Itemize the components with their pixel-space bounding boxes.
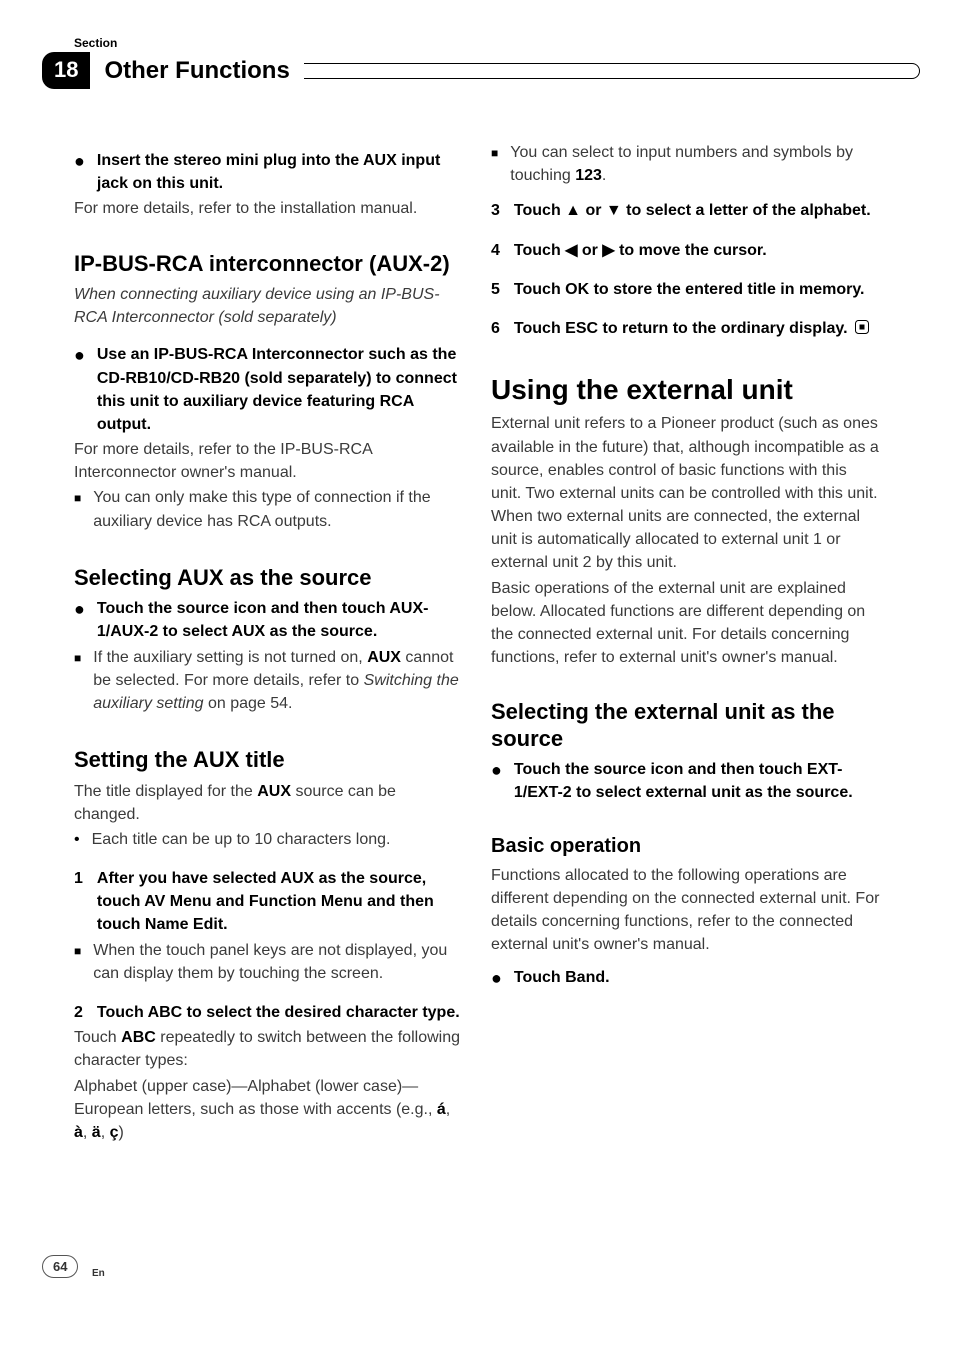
body-text: For more details, refer to the installat…	[74, 197, 463, 220]
bullet-touch-band: ● Touch Band.	[491, 966, 880, 991]
section-number-badge: 18	[42, 52, 90, 89]
step-number: 1	[74, 867, 83, 939]
small-bullet-icon: ■	[491, 141, 498, 189]
step-number: 3	[491, 199, 500, 224]
heading-text: IP-BUS-RCA interconnector (	[74, 251, 376, 276]
text-span: You can select to input numbers and symb…	[510, 144, 853, 184]
section-label: Section	[74, 36, 880, 50]
step-1: 1 After you have selected AUX as the sou…	[74, 867, 463, 939]
step-number: 6	[491, 317, 500, 342]
sub-note: When the touch panel keys are not displa…	[93, 939, 463, 985]
bullet-bold-text: Use an IP-BUS-RCA Interconnector such as…	[97, 343, 463, 436]
bullet-icon: ●	[74, 343, 85, 438]
accent-char: ä	[92, 1124, 101, 1141]
bullet-select-external: ● Touch the source icon and then touch E…	[491, 758, 880, 806]
body-text: Functions allocated to the following ope…	[491, 864, 880, 957]
page-header: 18 Other Functions	[74, 52, 880, 89]
heading-select-external: Selecting the external unit as the sourc…	[491, 699, 880, 752]
step-3: 3 Touch ▲ or ▼ to select a letter of the…	[491, 199, 880, 224]
body-text: The title displayed for the AUX source c…	[74, 780, 463, 826]
label-123: 123	[575, 167, 602, 184]
disc-bullet: •	[74, 828, 80, 851]
sub-note: If the auxiliary setting is not turned o…	[93, 646, 463, 716]
content-columns: ● Insert the stereo mini plug into the A…	[74, 141, 880, 1146]
step-bold-text: Touch ▲ or ▼ to select a letter of the a…	[514, 199, 871, 222]
abc-label: ABC	[121, 1029, 156, 1046]
bullet-ipbus-connector: ● Use an IP-BUS-RCA Interconnector such …	[74, 343, 463, 535]
step-bold-text: Touch ◀ or ▶ to move the cursor.	[514, 239, 767, 262]
heading-select-aux: Selecting AUX as the source	[74, 565, 463, 591]
text-span: ,	[83, 1124, 92, 1141]
heading-text-post: )	[442, 251, 449, 276]
text-span: ,	[446, 1101, 450, 1118]
body-text: Alphabet (upper case)—Alphabet (lower ca…	[74, 1075, 463, 1145]
language-label: En	[92, 1268, 105, 1279]
left-column: ● Insert the stereo mini plug into the A…	[74, 141, 463, 1146]
sub-note: You can only make this type of connectio…	[93, 486, 463, 532]
bullet-insert-plug: ● Insert the stereo mini plug into the A…	[74, 149, 463, 221]
bullet-bold-text: Touch Band.	[514, 966, 610, 989]
body-text: Basic operations of the external unit ar…	[491, 577, 880, 670]
chapter-title: Other Functions	[104, 57, 289, 85]
bullet-icon: ●	[491, 966, 502, 991]
text-span: Touch ESC to return to the ordinary disp…	[514, 320, 848, 337]
bullet-icon: ●	[74, 597, 85, 645]
subtitle-italic: When connecting auxiliary device using a…	[74, 283, 463, 329]
page-number-badge: 64	[42, 1255, 78, 1278]
step-4: 4 Touch ◀ or ▶ to move the cursor.	[491, 239, 880, 264]
step-bold-text: Touch OK to store the entered title in m…	[514, 278, 865, 301]
body-text: Touch ABC repeatedly to switch between t…	[74, 1026, 463, 1072]
body-text: You can select to input numbers and symb…	[510, 141, 880, 187]
text-span: Touch	[74, 1029, 121, 1046]
step-number: 2	[74, 1001, 83, 1026]
step-number: 5	[491, 278, 500, 303]
heading-ipbus: IP-BUS-RCA interconnector (AUX-2)	[74, 251, 463, 277]
end-section-icon	[854, 319, 870, 335]
text-span: ,	[101, 1124, 110, 1141]
bullet-icon: ●	[74, 149, 85, 197]
accent-char: á	[437, 1101, 446, 1118]
heading-aux-title: Setting the AUX title	[74, 747, 463, 773]
header-rule	[304, 63, 920, 79]
text-span: .	[602, 167, 606, 184]
heading-external-unit: Using the external unit	[491, 374, 880, 406]
text-span: The title displayed for the	[74, 783, 257, 800]
bullet-icon: ●	[491, 758, 502, 806]
aux-label: AUX	[367, 649, 401, 666]
accent-char: ç	[110, 1124, 119, 1141]
step-bold-text: Touch ESC to return to the ordinary disp…	[514, 317, 870, 340]
aux-label: AUX	[257, 783, 291, 800]
text-span: on page 54.	[204, 695, 293, 712]
body-text: External unit refers to a Pioneer produc…	[491, 412, 880, 574]
bullet-bold-text: Touch the source icon and then touch EXT…	[514, 758, 880, 804]
right-column: ■ You can select to input numbers and sy…	[491, 141, 880, 1146]
body-text: Each title can be up to 10 characters lo…	[92, 828, 391, 851]
text-span: Alphabet (upper case)—Alphabet (lower ca…	[74, 1078, 437, 1118]
small-bullet-icon: ■	[74, 939, 81, 987]
bullet-bold-text: Insert the stereo mini plug into the AUX…	[97, 149, 463, 195]
text-span: If the auxiliary setting is not turned o…	[93, 649, 367, 666]
body-text: For more details, refer to the IP-BUS-RC…	[74, 438, 463, 484]
bullet-select-aux: ● Touch the source icon and then touch A…	[74, 597, 463, 717]
small-bullet-icon: ■	[74, 486, 81, 534]
step-5: 5 Touch OK to store the entered title in…	[491, 278, 880, 303]
step-2: 2 Touch ABC to select the desired charac…	[74, 1001, 463, 1026]
heading-basic-operation: Basic operation	[491, 835, 880, 858]
heading-aux2: AUX-2	[376, 251, 442, 276]
bullet-bold-text: Touch the source icon and then touch AUX…	[97, 597, 463, 643]
accent-char: à	[74, 1124, 83, 1141]
step-bold-text: Touch ABC to select the desired characte…	[97, 1001, 460, 1024]
note-123: ■ You can select to input numbers and sy…	[491, 141, 880, 189]
step-number: 4	[491, 239, 500, 264]
small-bullet-icon: ■	[74, 646, 81, 718]
step-6: 6 Touch ESC to return to the ordinary di…	[491, 317, 880, 342]
text-span: )	[119, 1124, 124, 1141]
step-bold-text: After you have selected AUX as the sourc…	[97, 867, 463, 937]
